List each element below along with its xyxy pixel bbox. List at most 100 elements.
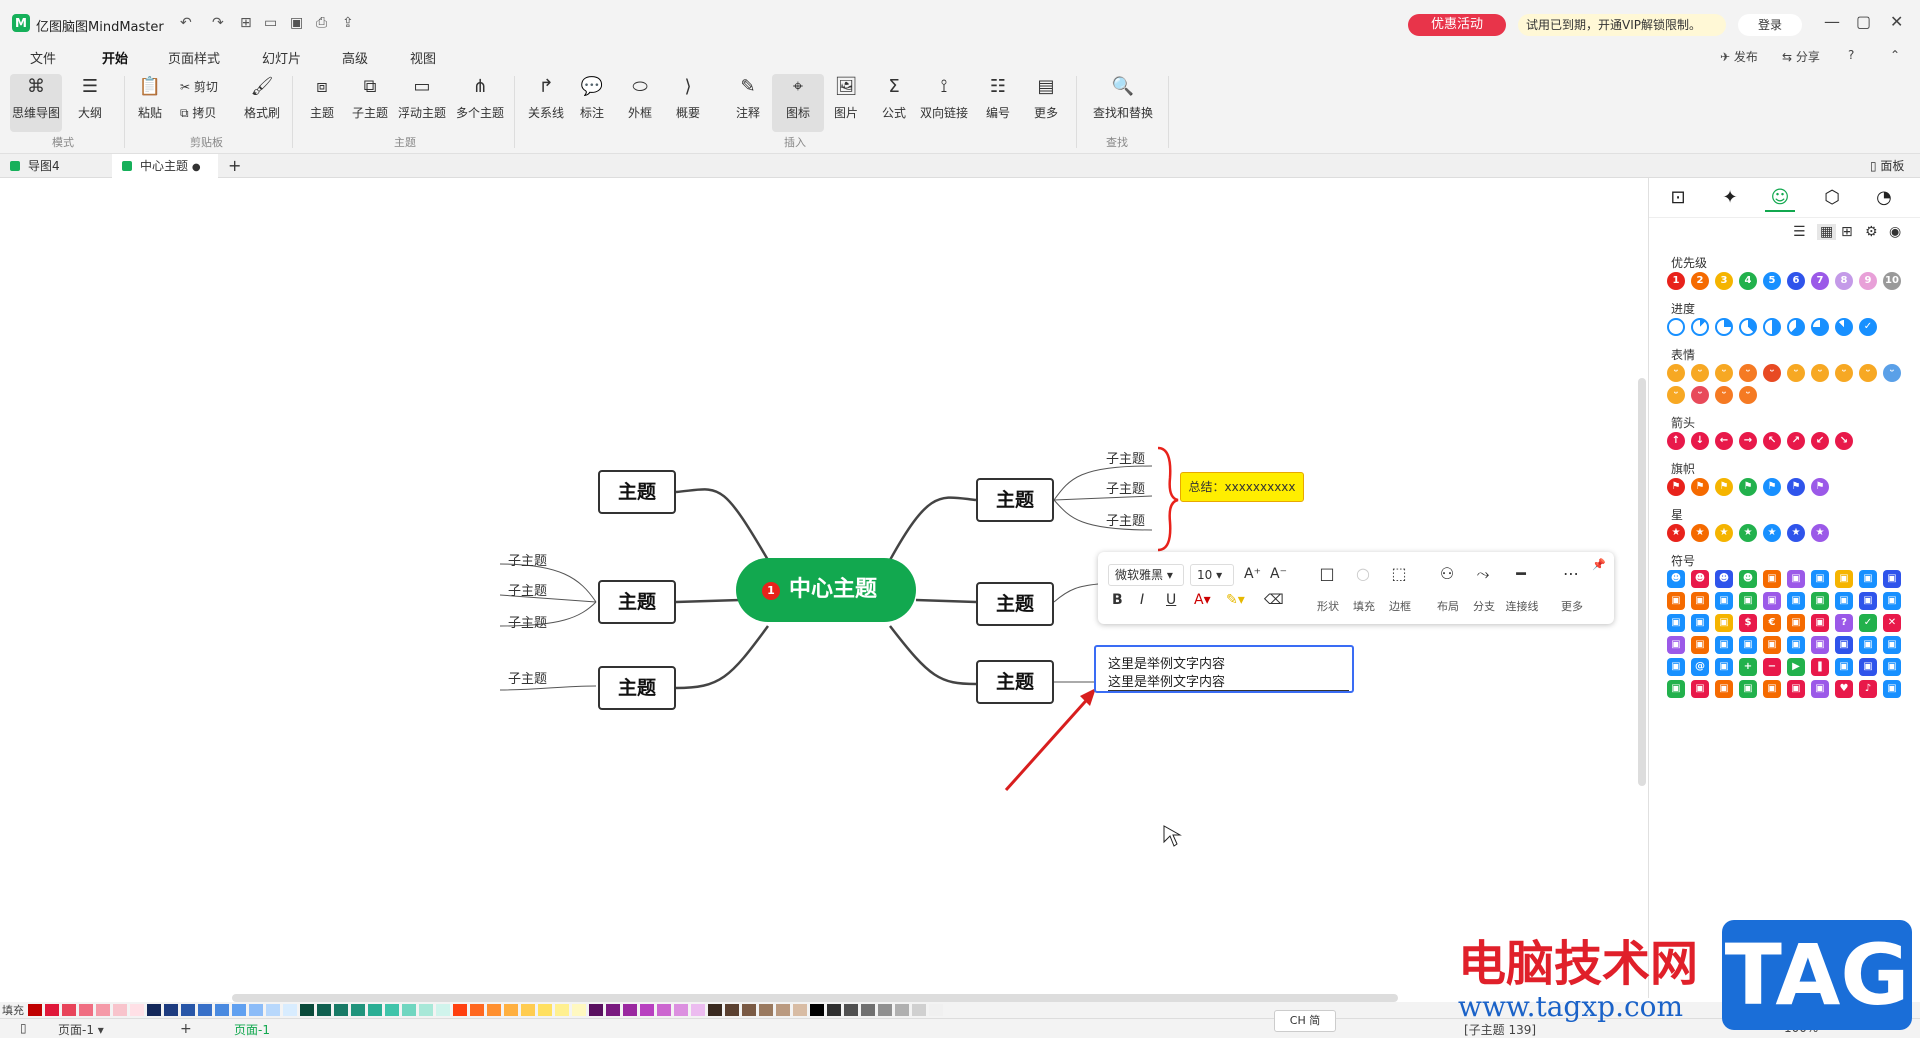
star-green-icon[interactable]: ★: [1739, 524, 1757, 542]
wink-icon[interactable]: ᵕ: [1811, 364, 1829, 382]
font-increase-icon[interactable]: A⁺: [1244, 566, 1261, 582]
arrow-downleft-icon[interactable]: ↙: [1811, 432, 1829, 450]
topic-node-right-1[interactable]: 主题: [976, 478, 1054, 522]
progress-7-icon[interactable]: [1835, 318, 1853, 336]
flag-yellow-icon[interactable]: ⚑: [1715, 478, 1733, 496]
vertical-scrollbar[interactable]: [1638, 378, 1646, 786]
color-swatch[interactable]: [589, 1004, 603, 1016]
euro-icon[interactable]: €: [1763, 614, 1781, 632]
menu-view[interactable]: 视图: [410, 48, 436, 67]
color-swatch[interactable]: [555, 1004, 569, 1016]
boundary-button[interactable]: ⬭ 外框: [614, 74, 666, 132]
at-icon[interactable]: @: [1691, 658, 1709, 676]
copy-button[interactable]: ⧉ 拷贝: [180, 104, 216, 121]
color-swatch[interactable]: [640, 1004, 654, 1016]
color-swatch[interactable]: [317, 1004, 331, 1016]
color-swatch[interactable]: [929, 1004, 943, 1016]
cross-icon[interactable]: ✕: [1883, 614, 1901, 632]
color-swatch[interactable]: [419, 1004, 433, 1016]
color-swatch[interactable]: [742, 1004, 756, 1016]
color-swatch[interactable]: [300, 1004, 314, 1016]
color-swatch[interactable]: [249, 1004, 263, 1016]
flag-blue-icon[interactable]: ⚑: [1763, 478, 1781, 496]
numbering-button[interactable]: ☷ 编号: [972, 74, 1024, 132]
flag-red-icon[interactable]: ⚑: [1667, 478, 1685, 496]
color-swatch[interactable]: [79, 1004, 93, 1016]
paste-button[interactable]: 📋 粘贴: [124, 74, 176, 132]
smile-icon[interactable]: ᵕ: [1667, 364, 1685, 382]
surprise-icon[interactable]: ᵕ: [1835, 364, 1853, 382]
color-swatch[interactable]: [113, 1004, 127, 1016]
color-swatch[interactable]: [861, 1004, 875, 1016]
minimize-icon[interactable]: —: [1824, 12, 1840, 31]
color-swatch[interactable]: [623, 1004, 637, 1016]
color-swatch[interactable]: [487, 1004, 501, 1016]
icon-button[interactable]: ⌖ 图标: [772, 74, 824, 132]
color-swatch[interactable]: [691, 1004, 705, 1016]
thumb-icon[interactable]: ▣: [1835, 570, 1853, 588]
note-button[interactable]: ✎ 注释: [722, 74, 774, 132]
user-icon[interactable]: ☻: [1667, 570, 1685, 588]
building-icon[interactable]: ▣: [1763, 570, 1781, 588]
color-swatch[interactable]: [453, 1004, 467, 1016]
color-swatch[interactable]: [436, 1004, 450, 1016]
color-swatch[interactable]: [895, 1004, 909, 1016]
color-swatch[interactable]: [130, 1004, 144, 1016]
progress-0-icon[interactable]: [1667, 318, 1685, 336]
icon-panel-tab-icon[interactable]: ☺: [1765, 184, 1795, 212]
mask-icon[interactable]: ᵕ: [1667, 386, 1685, 404]
subtopic-label[interactable]: 子主题: [508, 668, 547, 687]
topic-button[interactable]: ⧈ 主题: [296, 74, 348, 132]
minus-icon[interactable]: −: [1763, 658, 1781, 676]
pause-icon[interactable]: ❚: [1811, 658, 1829, 676]
subtopic-label[interactable]: 子主题: [1106, 510, 1145, 529]
progress-1-icon[interactable]: [1691, 318, 1709, 336]
arrow-down-icon[interactable]: ↓: [1691, 432, 1709, 450]
page-select[interactable]: 页面-1 ▾: [58, 1021, 104, 1038]
summary-button[interactable]: ⟩ 概要: [662, 74, 714, 132]
happy-icon[interactable]: ᵕ: [1691, 364, 1709, 382]
underline-icon[interactable]: U: [1166, 592, 1176, 608]
panel-toggle[interactable]: ▯ 面板: [1866, 154, 1920, 178]
symbol-icon[interactable]: ▣: [1835, 592, 1853, 610]
menu-page-style[interactable]: 页面样式: [168, 48, 220, 67]
color-swatch[interactable]: [674, 1004, 688, 1016]
symbol-icon[interactable]: ▣: [1787, 592, 1805, 610]
font-color-icon[interactable]: A▾: [1194, 592, 1211, 608]
highlight-icon[interactable]: ✎▾: [1226, 592, 1245, 608]
color-swatch[interactable]: [504, 1004, 518, 1016]
priority-1-icon[interactable]: 1: [1667, 272, 1685, 290]
symbol-icon[interactable]: ▣: [1667, 658, 1685, 676]
subtopic-button[interactable]: ⧉ 子主题: [344, 74, 396, 132]
summary-node[interactable]: 总结：xxxxxxxxxx: [1180, 472, 1304, 502]
location-icon[interactable]: ▣: [1667, 636, 1685, 654]
message-icon[interactable]: ▣: [1811, 570, 1829, 588]
symbol-icon[interactable]: ▣: [1859, 592, 1877, 610]
heart-icon[interactable]: ♥: [1835, 680, 1853, 698]
symbol-icon[interactable]: ▣: [1715, 614, 1733, 632]
pin-icon[interactable]: 📌: [1592, 558, 1606, 571]
subtopic-label[interactable]: 子主题: [508, 580, 547, 599]
color-swatch[interactable]: [708, 1004, 722, 1016]
more-insert-button[interactable]: ▤ 更多: [1020, 74, 1072, 132]
symbol-icon[interactable]: ▣: [1787, 680, 1805, 698]
publish-button[interactable]: ✈ 发布: [1720, 48, 1758, 65]
symbol-icon[interactable]: ▣: [1691, 614, 1709, 632]
arrow-upleft-icon[interactable]: ↖: [1763, 432, 1781, 450]
color-swatch[interactable]: [606, 1004, 620, 1016]
topic-node-left-3[interactable]: 主题: [598, 666, 676, 710]
play-icon[interactable]: ▶: [1787, 658, 1805, 676]
star-orange-icon[interactable]: ★: [1691, 524, 1709, 542]
image-button[interactable]: 🖼 图片: [820, 74, 872, 132]
symbol-icon[interactable]: ▣: [1883, 680, 1901, 698]
flag-green-icon[interactable]: ⚑: [1739, 478, 1757, 496]
font-decrease-icon[interactable]: A⁻: [1270, 566, 1287, 582]
color-swatch[interactable]: [827, 1004, 841, 1016]
contact-card-icon[interactable]: ▣: [1859, 570, 1877, 588]
star-yellow-icon[interactable]: ★: [1715, 524, 1733, 542]
text-edit-box[interactable]: 这里是举例文字内容 这里是举例文字内容: [1094, 645, 1354, 693]
phone-icon[interactable]: ▣: [1883, 570, 1901, 588]
pencil-icon[interactable]: ▣: [1811, 636, 1829, 654]
symbol-icon[interactable]: ▣: [1691, 636, 1709, 654]
symbol-icon[interactable]: ▣: [1811, 614, 1829, 632]
